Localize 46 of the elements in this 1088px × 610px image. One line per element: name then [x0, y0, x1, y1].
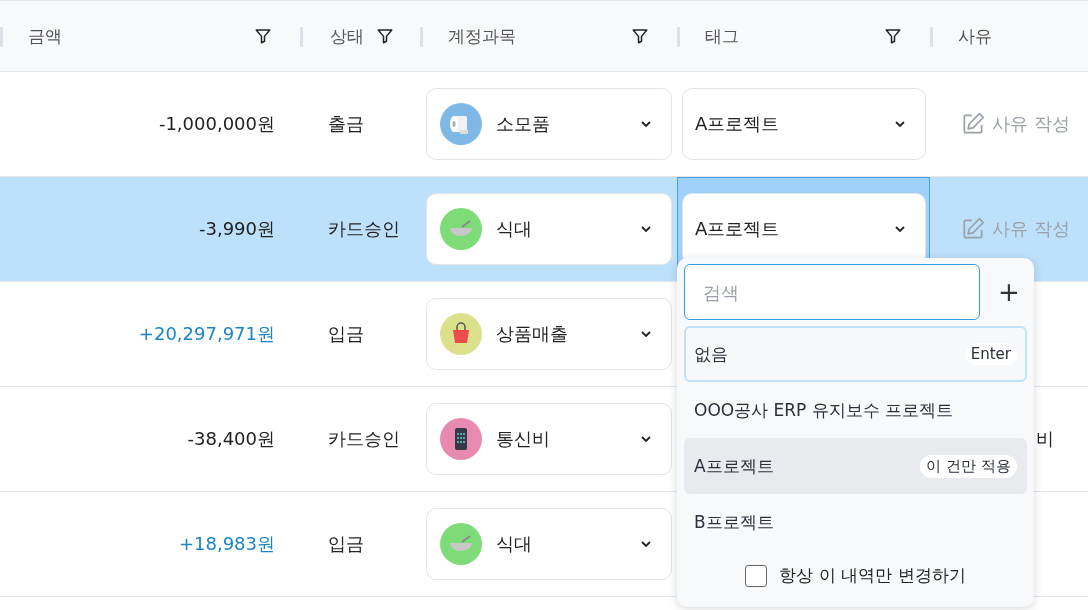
- checkbox[interactable]: [745, 564, 768, 587]
- amount-text: +20,297,971원: [138, 322, 275, 346]
- status-text: 카드승인: [328, 217, 400, 241]
- option-label: OOO공사 ERP 유지보수 프로젝트: [694, 398, 954, 422]
- amount-text: -1,000,000원: [158, 112, 275, 136]
- phone-icon: [440, 418, 482, 460]
- status-text: 출금: [328, 112, 364, 136]
- amount-text: -38,400원: [187, 427, 275, 451]
- filter-icon[interactable]: [884, 27, 902, 45]
- option-badge: 이 건만 적용: [920, 454, 1017, 478]
- table-row[interactable]: -3,990원 카드승인 식대 A프로젝트 사유 작성: [0, 177, 1088, 282]
- column-header: 계정과목: [448, 24, 516, 48]
- dropdown-option[interactable]: A프로젝트 이 건만 적용: [684, 438, 1027, 494]
- amount-text: +18,983원: [178, 532, 275, 556]
- account-select[interactable]: 소모품: [426, 88, 672, 160]
- account-select[interactable]: 식대: [426, 508, 672, 580]
- column-header: 태그: [705, 24, 739, 48]
- bowl-icon: [440, 523, 482, 565]
- column-header: 상태: [330, 24, 364, 48]
- search-field[interactable]: 검색: [684, 264, 980, 320]
- dropdown-option[interactable]: 없음 Enter: [684, 326, 1027, 382]
- filter-icon[interactable]: [376, 27, 394, 45]
- status-text: 입금: [328, 322, 364, 346]
- tag-select[interactable]: A프로젝트: [682, 88, 926, 160]
- checkbox-label: 항상 이 내역만 변경하기: [779, 564, 966, 587]
- shopping-bag-icon: [440, 313, 482, 355]
- option-label: B프로젝트: [694, 510, 774, 534]
- column-header: 금액: [28, 24, 62, 48]
- option-label: A프로젝트: [694, 454, 774, 478]
- column-header: 사유: [958, 24, 992, 48]
- filter-icon[interactable]: [254, 27, 272, 45]
- account-select[interactable]: 식대: [426, 193, 672, 265]
- status-text: 입금: [328, 532, 364, 556]
- filter-icon[interactable]: [631, 27, 649, 45]
- edit-icon: [960, 111, 986, 137]
- edit-icon: [960, 216, 986, 242]
- amount-text: -3,990원: [198, 217, 275, 241]
- option-badge: Enter: [964, 343, 1017, 365]
- toilet-paper-icon: [440, 103, 482, 145]
- option-label: 없음: [694, 342, 728, 366]
- account-select[interactable]: 상품매출: [426, 298, 672, 370]
- reason-text: 비: [1036, 427, 1054, 451]
- status-text: 카드승인: [328, 427, 400, 451]
- bowl-icon: [440, 208, 482, 250]
- account-select[interactable]: 통신비: [426, 403, 672, 475]
- dropdown-option[interactable]: B프로젝트: [684, 494, 1027, 550]
